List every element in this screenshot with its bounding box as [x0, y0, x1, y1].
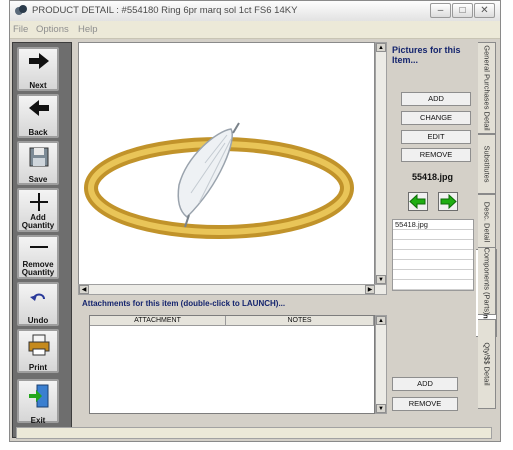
- picture-edit-button[interactable]: EDIT: [401, 130, 471, 144]
- current-picture-filename: 55418.jpg: [411, 172, 454, 182]
- minimize-button[interactable]: –: [430, 3, 451, 18]
- item-picture-panel: [78, 42, 375, 292]
- picture-remove-button[interactable]: REMOVE: [401, 148, 471, 162]
- save-button[interactable]: Save: [17, 141, 59, 185]
- exit-label: Exit: [30, 416, 46, 425]
- attachments-label: Attachments for this item (double-click …: [82, 299, 286, 308]
- plus-icon: [30, 193, 48, 211]
- title-bar: PRODUCT DETAIL : #554180 Ring 6pr marq s…: [10, 1, 500, 22]
- attachments-scrollbar[interactable]: ▲ ▼: [375, 315, 387, 414]
- left-arrow-icon: [29, 100, 49, 116]
- green-left-arrow-icon: [409, 193, 426, 210]
- picture-horizontal-scrollbar[interactable]: ◀ ▶: [78, 284, 387, 295]
- tab-components-parts[interactable]: Components (Parts): [478, 247, 496, 315]
- file-list-empty-row: [393, 280, 473, 290]
- next-button[interactable]: Next: [17, 47, 59, 91]
- exit-door-icon: [29, 384, 49, 408]
- file-list-empty-row: [393, 250, 473, 260]
- file-list-empty-row: [393, 240, 473, 250]
- tab-qty-detail[interactable]: Qty/$$ Detail: [478, 319, 496, 409]
- file-list-empty-row: [393, 260, 473, 270]
- attachment-column-header[interactable]: ATTACHMENT: [90, 316, 226, 326]
- attachment-remove-button[interactable]: REMOVE: [392, 397, 458, 411]
- remove-quantity-button[interactable]: Remove Quantity: [17, 235, 59, 279]
- scroll-up-arrow-icon[interactable]: ▲: [376, 316, 386, 325]
- file-list-empty-row: [393, 270, 473, 280]
- remove-quantity-label: Remove Quantity: [21, 260, 55, 277]
- maximize-button[interactable]: □: [452, 3, 473, 18]
- scroll-right-arrow-icon[interactable]: ▶: [365, 285, 375, 294]
- back-label: Back: [28, 128, 48, 137]
- attachment-add-button[interactable]: ADD: [392, 377, 458, 391]
- exit-button[interactable]: Exit: [17, 379, 59, 425]
- previous-picture-button[interactable]: [408, 192, 428, 211]
- picture-vertical-scrollbar[interactable]: ▲ ▼: [375, 42, 387, 292]
- undo-button[interactable]: Undo: [17, 282, 59, 326]
- back-button[interactable]: Back: [17, 94, 59, 138]
- ring-image: [84, 122, 354, 239]
- close-button[interactable]: ✕: [474, 3, 495, 18]
- undo-icon: [30, 293, 45, 301]
- attachments-table[interactable]: ATTACHMENT NOTES: [89, 315, 375, 414]
- menu-bar: File Options Help: [10, 21, 500, 39]
- undo-label: Undo: [27, 316, 49, 325]
- add-quantity-button[interactable]: Add Quantity: [17, 188, 59, 232]
- scroll-up-arrow-icon[interactable]: ▲: [376, 43, 386, 52]
- right-arrow-icon: [29, 53, 49, 69]
- scroll-down-arrow-icon[interactable]: ▼: [376, 275, 386, 284]
- add-quantity-label: Add Quantity: [21, 213, 55, 230]
- scroll-down-arrow-icon[interactable]: ▼: [376, 404, 386, 413]
- product-detail-window: PRODUCT DETAIL : #554180 Ring 6pr marq s…: [9, 0, 501, 442]
- save-label: Save: [28, 175, 48, 184]
- printer-icon: [28, 334, 50, 356]
- notes-column-header[interactable]: NOTES: [226, 316, 374, 326]
- pictures-title: Pictures for this Item...: [392, 45, 461, 65]
- print-label: Print: [28, 363, 48, 372]
- picture-add-button[interactable]: ADD: [401, 92, 471, 106]
- next-picture-button[interactable]: [438, 192, 458, 211]
- scroll-left-arrow-icon[interactable]: ◀: [79, 285, 89, 294]
- picture-change-button[interactable]: CHANGE: [401, 111, 471, 125]
- picture-file-list[interactable]: 55418.jpg: [392, 219, 474, 291]
- file-list-item[interactable]: 55418.jpg: [393, 220, 473, 230]
- next-label: Next: [29, 81, 47, 90]
- app-icon: [15, 5, 27, 15]
- green-right-arrow-icon: [440, 193, 457, 210]
- print-button[interactable]: Print: [17, 329, 59, 373]
- menu-file[interactable]: File: [13, 24, 28, 35]
- left-toolbar: Next Back Save Add Quantity Remove Quant…: [12, 42, 72, 438]
- status-bar: [16, 427, 492, 439]
- minus-icon: [30, 246, 48, 248]
- window-title: PRODUCT DETAIL : #554180 Ring 6pr marq s…: [32, 5, 298, 16]
- menu-options[interactable]: Options: [36, 24, 69, 35]
- floppy-disk-icon: [29, 147, 49, 167]
- menu-help[interactable]: Help: [78, 24, 98, 35]
- file-list-empty-row: [393, 230, 473, 240]
- pictures-panel: Pictures for this Item... ADD CHANGE EDI…: [390, 42, 475, 294]
